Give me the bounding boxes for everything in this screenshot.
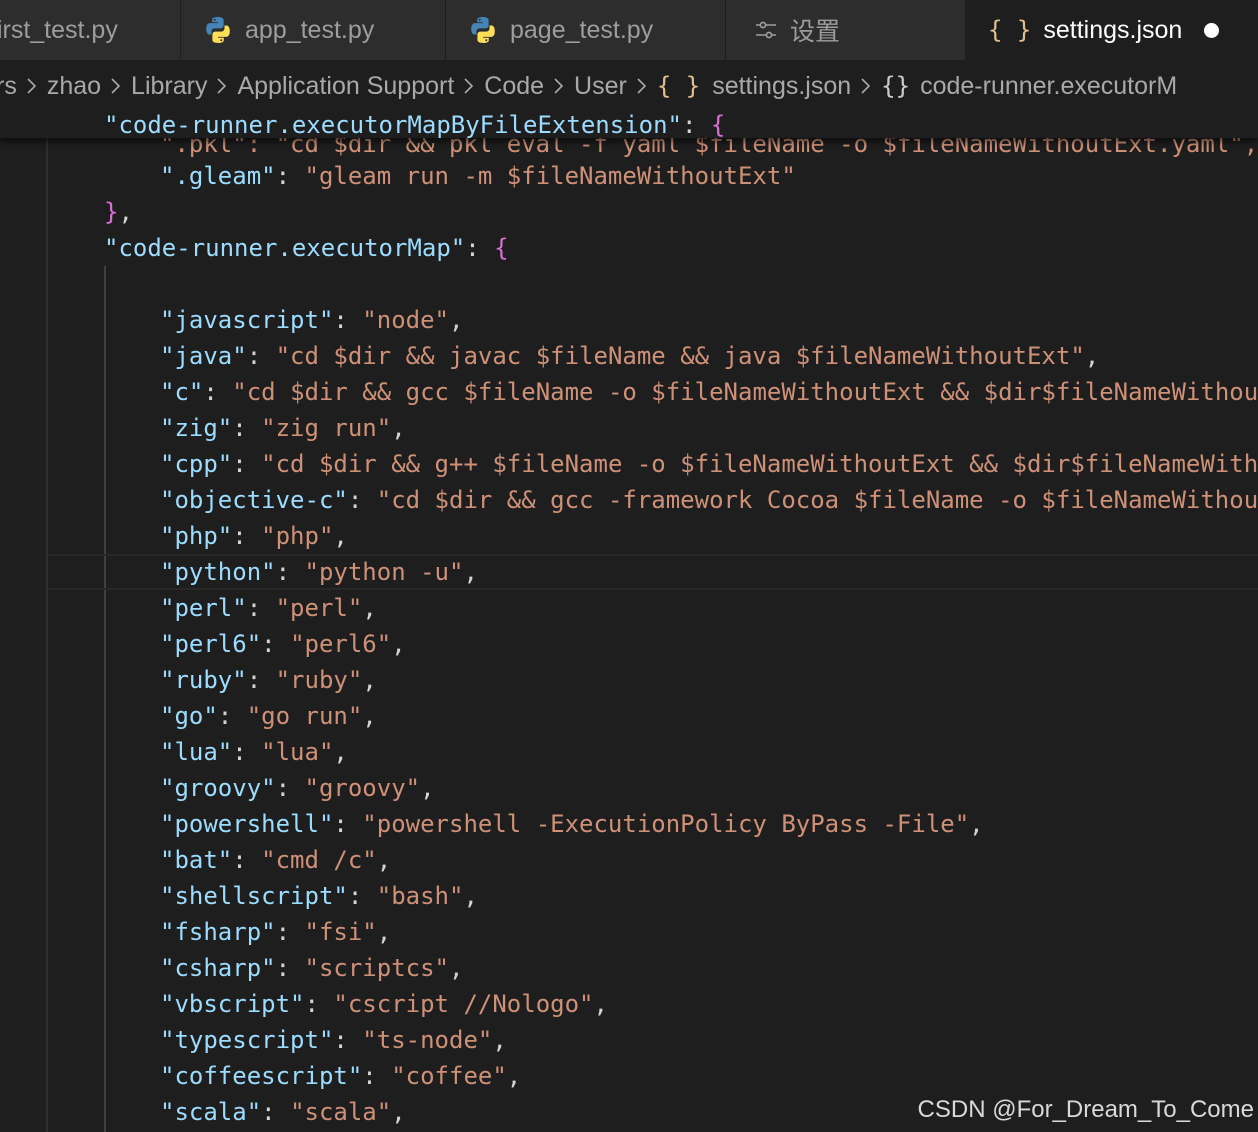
tab-label: page_test.py bbox=[510, 15, 654, 44]
code-line: "zig": "zig run", bbox=[160, 414, 406, 442]
code-line: "go": "go run", bbox=[160, 702, 377, 730]
code-line: "cpp": "cd $dir && g++ $fileName -o $fil… bbox=[160, 450, 1258, 478]
chevron-right-icon bbox=[462, 76, 476, 96]
chevron-right-icon bbox=[25, 76, 39, 96]
code-line: ".gleam": "gleam run -m $fileNameWithout… bbox=[160, 162, 796, 190]
breadcrumb-file[interactable]: { } settings.json bbox=[657, 72, 851, 101]
breadcrumb-file-label: settings.json bbox=[712, 71, 852, 100]
breadcrumb-item[interactable]: Library bbox=[131, 72, 207, 101]
tab-label: 设置 bbox=[790, 18, 841, 46]
code-line: "typescript": "ts-node", bbox=[160, 1026, 507, 1054]
chevron-right-icon bbox=[552, 76, 566, 96]
code-line: "vbscript": "cscript //Nologo", bbox=[160, 990, 608, 1018]
sticky-line: "code-runner.executorMapByFileExtension"… bbox=[104, 112, 726, 139]
code-line: "powershell": "powershell -ExecutionPoli… bbox=[160, 810, 984, 838]
tab-settings-json[interactable]: { } settings.json bbox=[966, 0, 1258, 60]
breadcrumb-item[interactable]: Application Support bbox=[237, 72, 454, 101]
python-icon bbox=[468, 15, 498, 45]
code-line: "csharp": "scriptcs", bbox=[160, 954, 464, 982]
breadcrumb-item[interactable]: rs bbox=[0, 72, 17, 101]
chevron-right-icon bbox=[109, 76, 123, 96]
gutter-border bbox=[46, 112, 48, 1132]
chevron-right-icon bbox=[215, 76, 229, 96]
json-braces-icon: { } bbox=[656, 72, 701, 100]
breadcrumb-symbol-label: code-runner.executorM bbox=[920, 71, 1178, 100]
code-line: "fsharp": "fsi", bbox=[160, 918, 392, 946]
code-line: "bat": "cmd /c", bbox=[160, 846, 392, 874]
indent-guide bbox=[104, 266, 106, 1132]
tab-label: first_test.py bbox=[0, 15, 118, 44]
tab-app-test[interactable]: app_test.py bbox=[181, 0, 446, 60]
tab-label: app_test.py bbox=[245, 15, 375, 44]
watermark: CSDN @For_Dream_To_Come bbox=[917, 1096, 1254, 1123]
tab-first-test[interactable]: first_test.py bbox=[0, 0, 181, 60]
unsaved-dot-icon[interactable] bbox=[1204, 22, 1220, 38]
sticky-scroll-header[interactable]: "code-runner.executorMapByFileExtension"… bbox=[0, 112, 1258, 139]
code-line: "javascript": "node", bbox=[160, 306, 464, 334]
chevron-right-icon bbox=[859, 76, 873, 96]
tab-label: settings.json bbox=[1043, 15, 1183, 44]
breadcrumb-item[interactable]: zhao bbox=[47, 72, 101, 101]
tab-page-test[interactable]: page_test.py bbox=[446, 0, 726, 60]
editor-tab-bar: first_test.py app_test.py page_test.py 设… bbox=[0, 0, 1258, 60]
code-editor[interactable]: "code-runner.executorMapByFileExtension"… bbox=[0, 112, 1258, 1132]
tab-settings-ui[interactable]: 设置 bbox=[726, 0, 966, 60]
breadcrumb-item[interactable]: User bbox=[574, 72, 627, 101]
code-line: }, bbox=[104, 198, 133, 226]
code-line: "groovy": "groovy", bbox=[160, 774, 435, 802]
code-line: "lua": "lua", bbox=[160, 738, 348, 766]
code-line: "java": "cd $dir && javac $fileName && j… bbox=[160, 342, 1100, 370]
code-line: "perl6": "perl6", bbox=[160, 630, 406, 658]
code-line: "code-runner.executorMap": { bbox=[104, 234, 509, 262]
code-line: "objective-c": "cd $dir && gcc -framewor… bbox=[160, 486, 1258, 514]
code-line: "c": "cd $dir && gcc $fileName -o $fileN… bbox=[160, 378, 1258, 406]
json-braces-icon: { } bbox=[988, 16, 1032, 44]
code-line: "perl": "perl", bbox=[160, 594, 377, 622]
breadcrumb-symbol[interactable]: {} code-runner.executorM bbox=[881, 72, 1177, 101]
settings-sliders-icon bbox=[754, 18, 778, 42]
breadcrumb-item[interactable]: Code bbox=[484, 72, 544, 101]
chevron-right-icon bbox=[635, 76, 649, 96]
breadcrumb: rs zhao Library Application Support Code… bbox=[0, 60, 1258, 112]
code-line: "coffeescript": "coffee", bbox=[160, 1062, 522, 1090]
code-line: "ruby": "ruby", bbox=[160, 666, 377, 694]
object-braces-icon: {} bbox=[881, 72, 911, 100]
code-line: "scala": "scala", bbox=[160, 1098, 406, 1126]
code-line: "php": "php", bbox=[160, 522, 348, 550]
code-line: "shellscript": "bash", bbox=[160, 882, 478, 910]
python-icon bbox=[203, 15, 233, 45]
code-line: "python": "python -u", bbox=[160, 558, 478, 586]
